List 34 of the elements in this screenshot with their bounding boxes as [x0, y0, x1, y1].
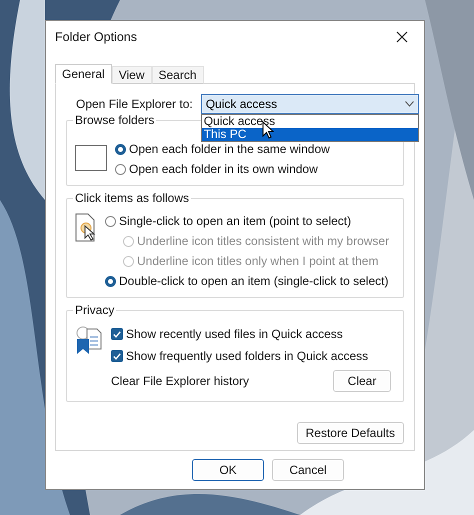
window-icon	[75, 145, 107, 171]
document-cursor-icon	[75, 213, 97, 243]
radio-label: Open each folder in its own window	[129, 162, 318, 176]
radio-button[interactable]	[115, 164, 126, 174]
clear-history-label: Clear File Explorer history	[111, 374, 250, 388]
clear-button[interactable]: Clear	[333, 370, 391, 392]
radio-label: Open each folder in the same window	[129, 142, 330, 156]
checkbox-label: Show frequently used folders in Quick access	[126, 349, 368, 363]
field-label: Open File Explorer to:	[76, 97, 193, 111]
radio-label: Underline icon titles only when I point at them	[137, 254, 378, 268]
group-title: Browse folders	[73, 113, 156, 127]
checkbox-label: Show recently used files in Quick access	[126, 327, 343, 341]
radio-button[interactable]	[105, 216, 116, 226]
radio-label: Double-click to open an item (single-click to select)	[119, 274, 388, 288]
group-title: Privacy	[73, 303, 116, 317]
checkbox[interactable]	[111, 350, 123, 362]
dialog-button[interactable]: OK	[192, 459, 264, 481]
window-title: Folder Options	[55, 30, 137, 44]
checkbox[interactable]	[111, 328, 123, 340]
radio-label: Underline icon titles consistent with my browser	[137, 234, 390, 248]
radio-button[interactable]	[115, 144, 126, 154]
tab[interactable]: General	[55, 64, 112, 84]
group-title: Click items as follows	[73, 191, 192, 205]
tab[interactable]: Search	[152, 66, 204, 84]
dialog-button[interactable]: Cancel	[272, 459, 344, 481]
dropdown[interactable]: Quick access	[200, 94, 419, 114]
close-icon	[396, 31, 408, 43]
tab[interactable]: View	[112, 66, 152, 84]
radio-button[interactable]	[105, 276, 116, 286]
restore-defaults-button[interactable]: Restore Defaults	[296, 422, 404, 444]
dropdown-option[interactable]: This PC	[202, 128, 418, 141]
chevron-icon	[404, 101, 414, 107]
privacy-icon	[75, 325, 103, 355]
radio-label: Single-click to open an item (point to select)	[119, 214, 352, 228]
